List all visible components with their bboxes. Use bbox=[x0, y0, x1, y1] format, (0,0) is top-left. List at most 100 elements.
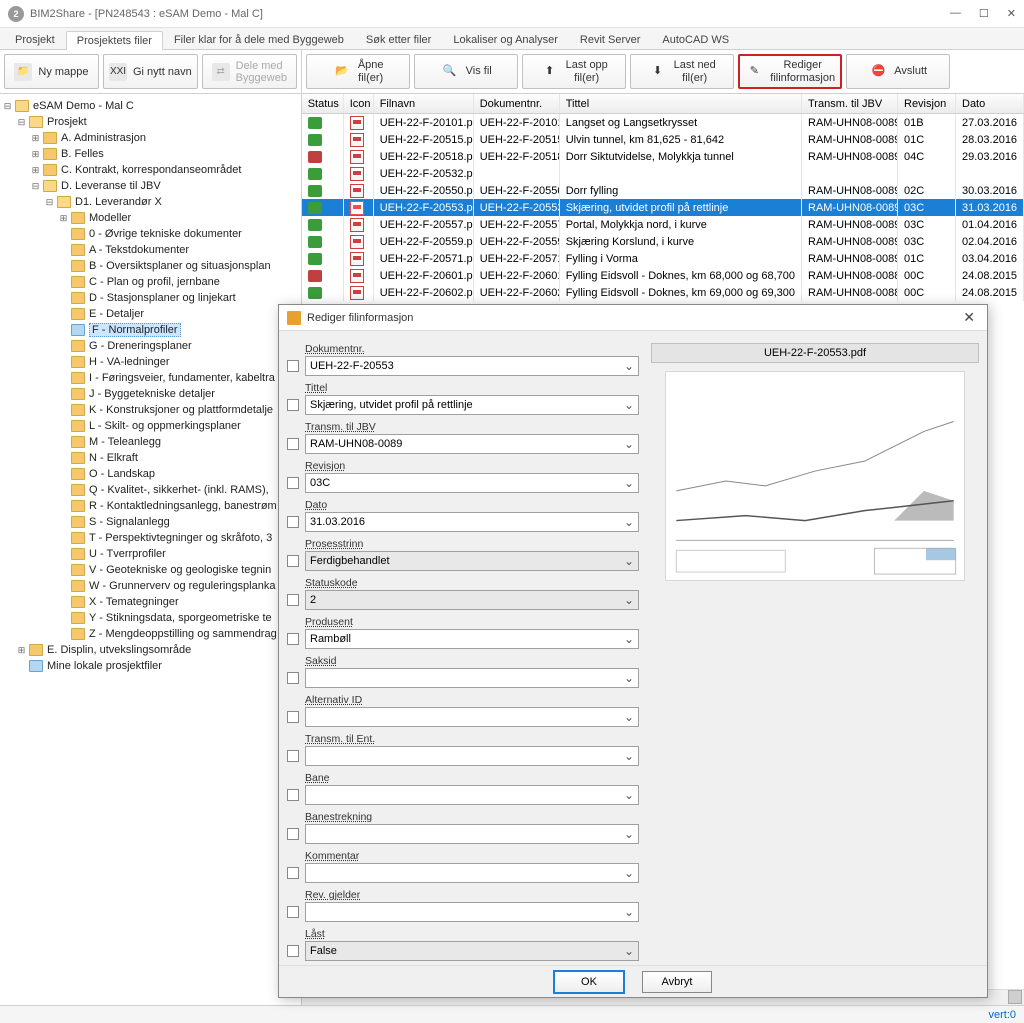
tree-node[interactable]: X - Temategninger bbox=[2, 594, 299, 610]
tree-node[interactable]: R - Kontaktledningsanlegg, banestrøm bbox=[2, 498, 299, 514]
field-input[interactable]: 31.03.2016 bbox=[305, 512, 639, 532]
tree-node[interactable]: Mine lokale prosjektfiler bbox=[2, 658, 299, 674]
tree-node[interactable]: V - Geotekniske og geologiske tegnin bbox=[2, 562, 299, 578]
field-checkbox[interactable] bbox=[287, 477, 299, 489]
project-tree[interactable]: ⊟eSAM Demo - Mal C⊟Prosjekt⊞A. Administr… bbox=[0, 94, 301, 1005]
tree-node[interactable]: K - Konstruksjoner og plattformdetalje bbox=[2, 402, 299, 418]
tree-node[interactable]: L - Skilt- og oppmerkingsplaner bbox=[2, 418, 299, 434]
menu-tab-5[interactable]: Revit Server bbox=[569, 30, 652, 49]
tree-node[interactable]: ⊞A. Administrasjon bbox=[2, 130, 299, 146]
field-checkbox[interactable] bbox=[287, 711, 299, 723]
field-checkbox[interactable] bbox=[287, 828, 299, 840]
tree-node[interactable]: F - Normalprofiler bbox=[2, 322, 299, 338]
col-status[interactable]: Status bbox=[302, 94, 344, 113]
expand-icon[interactable]: ⊞ bbox=[58, 213, 69, 224]
table-row[interactable]: UEH-22-F-20601.pdfUEH-22-F-20601Fylling … bbox=[302, 267, 1024, 284]
tree-node[interactable]: 0 - Øvrige tekniske dokumenter bbox=[2, 226, 299, 242]
field-input[interactable]: UEH-22-F-20553 bbox=[305, 356, 639, 376]
minimize-icon[interactable]: — bbox=[950, 7, 961, 20]
edit-fileinfo-button[interactable]: ✎Rediger filinformasjon bbox=[738, 54, 842, 89]
tree-node[interactable]: Y - Stikningsdata, sporgeometriske te bbox=[2, 610, 299, 626]
upload-button[interactable]: ⬆Last opp fil(er) bbox=[522, 54, 626, 89]
tree-node[interactable]: D - Stasjonsplaner og linjekart bbox=[2, 290, 299, 306]
field-input[interactable]: False bbox=[305, 941, 639, 961]
menu-tab-4[interactable]: Lokaliser og Analyser bbox=[442, 30, 569, 49]
tree-node[interactable]: ⊟D1. Leverandør X bbox=[2, 194, 299, 210]
tree-node[interactable]: A - Tekstdokumenter bbox=[2, 242, 299, 258]
expand-icon[interactable]: ⊟ bbox=[44, 197, 55, 208]
rename-button[interactable]: XXIGi nytt navn bbox=[103, 54, 198, 89]
table-row[interactable]: UEH-22-F-20557.pdfUEH-22-F-20557Portal, … bbox=[302, 216, 1024, 233]
table-row[interactable]: UEH-22-F-20515.pdfUEH-22-F-20515Ulvin tu… bbox=[302, 131, 1024, 148]
col-tittel[interactable]: Tittel bbox=[560, 94, 802, 113]
exit-button[interactable]: ⛔Avslutt bbox=[846, 54, 950, 89]
view-file-button[interactable]: 🔍Vis fil bbox=[414, 54, 518, 89]
field-checkbox[interactable] bbox=[287, 633, 299, 645]
tree-node[interactable]: C - Plan og profil, jernbane bbox=[2, 274, 299, 290]
table-row[interactable]: UEH-22-F-20559.pdfUEH-22-F-20559Skjæring… bbox=[302, 233, 1024, 250]
field-checkbox[interactable] bbox=[287, 360, 299, 372]
expand-icon[interactable]: ⊟ bbox=[30, 181, 41, 192]
menu-tab-1[interactable]: Prosjektets filer bbox=[66, 31, 163, 50]
open-files-button[interactable]: 📂Åpne fil(er) bbox=[306, 54, 410, 89]
table-row[interactable]: UEH-22-F-20602.pdfUEH-22-F-20602Fylling … bbox=[302, 284, 1024, 301]
menu-tab-6[interactable]: AutoCAD WS bbox=[651, 30, 740, 49]
tree-node[interactable]: E - Detaljer bbox=[2, 306, 299, 322]
field-checkbox[interactable] bbox=[287, 750, 299, 762]
expand-icon[interactable]: ⊟ bbox=[16, 117, 27, 128]
tree-node[interactable]: ⊟D. Leveranse til JBV bbox=[2, 178, 299, 194]
table-row[interactable]: UEH-22-F-20532.pdf bbox=[302, 165, 1024, 182]
tree-node[interactable]: ⊟eSAM Demo - Mal C bbox=[2, 98, 299, 114]
close-icon[interactable]: ✕ bbox=[1007, 7, 1016, 20]
tree-node[interactable]: N - Elkraft bbox=[2, 450, 299, 466]
tree-node[interactable]: I - Føringsveier, fundamenter, kabeltra bbox=[2, 370, 299, 386]
cancel-button[interactable]: Avbryt bbox=[642, 971, 712, 993]
table-row[interactable]: UEH-22-F-20101.pdfUEH-22-F-20101Langset … bbox=[302, 114, 1024, 131]
field-checkbox[interactable] bbox=[287, 399, 299, 411]
field-input[interactable] bbox=[305, 824, 639, 844]
tree-node[interactable]: B - Oversiktsplaner og situasjonsplan bbox=[2, 258, 299, 274]
field-checkbox[interactable] bbox=[287, 867, 299, 879]
col-dato[interactable]: Dato bbox=[956, 94, 1024, 113]
field-input[interactable]: 2 bbox=[305, 590, 639, 610]
tree-node[interactable]: U - Tverrprofiler bbox=[2, 546, 299, 562]
dialog-close-icon[interactable]: ✕ bbox=[959, 309, 979, 326]
col-rev[interactable]: Revisjon bbox=[898, 94, 956, 113]
tree-node[interactable]: ⊞C. Kontrakt, korrespondanseområdet bbox=[2, 162, 299, 178]
table-row[interactable]: UEH-22-F-20518.pdfUEH-22-F-20518Dorr Sik… bbox=[302, 148, 1024, 165]
expand-icon[interactable]: ⊞ bbox=[30, 133, 41, 144]
tree-node[interactable]: H - VA-ledninger bbox=[2, 354, 299, 370]
tree-node[interactable]: ⊞E. Displin, utvekslingsområde bbox=[2, 642, 299, 658]
tree-node[interactable]: W - Grunnerverv og reguleringsplanka bbox=[2, 578, 299, 594]
field-input[interactable]: Ferdigbehandlet bbox=[305, 551, 639, 571]
table-row[interactable]: UEH-22-F-20550.pdfUEH-22-F-20550Dorr fyl… bbox=[302, 182, 1024, 199]
field-input[interactable] bbox=[305, 863, 639, 883]
field-input[interactable] bbox=[305, 668, 639, 688]
expand-icon[interactable]: ⊟ bbox=[2, 101, 13, 112]
new-folder-button[interactable]: 📁Ny mappe bbox=[4, 54, 99, 89]
menu-tab-0[interactable]: Prosjekt bbox=[4, 30, 66, 49]
expand-icon[interactable]: ⊞ bbox=[30, 165, 41, 176]
field-checkbox[interactable] bbox=[287, 789, 299, 801]
field-checkbox[interactable] bbox=[287, 906, 299, 918]
field-checkbox[interactable] bbox=[287, 672, 299, 684]
tree-node[interactable]: ⊟Prosjekt bbox=[2, 114, 299, 130]
tree-node[interactable]: ⊞B. Felles bbox=[2, 146, 299, 162]
tree-node[interactable]: M - Teleanlegg bbox=[2, 434, 299, 450]
menu-tab-2[interactable]: Filer klar for å dele med Byggeweb bbox=[163, 30, 355, 49]
table-row[interactable]: UEH-22-F-20571.pdfUEH-22-F-20571Fylling … bbox=[302, 250, 1024, 267]
tree-node[interactable]: T - Perspektivtegninger og skråfoto, 3 bbox=[2, 530, 299, 546]
field-input[interactable] bbox=[305, 746, 639, 766]
field-checkbox[interactable] bbox=[287, 516, 299, 528]
field-input[interactable] bbox=[305, 785, 639, 805]
col-icon[interactable]: Icon bbox=[344, 94, 374, 113]
expand-icon[interactable]: ⊞ bbox=[30, 149, 41, 160]
tree-node[interactable]: S - Signalanlegg bbox=[2, 514, 299, 530]
field-checkbox[interactable] bbox=[287, 945, 299, 957]
tree-node[interactable]: G - Dreneringsplaner bbox=[2, 338, 299, 354]
expand-icon[interactable]: ⊞ bbox=[16, 645, 27, 656]
share-button[interactable]: ⇄Dele med Byggeweb bbox=[202, 54, 297, 89]
field-checkbox[interactable] bbox=[287, 594, 299, 606]
ok-button[interactable]: OK bbox=[554, 971, 624, 993]
download-button[interactable]: ⬇Last ned fil(er) bbox=[630, 54, 734, 89]
